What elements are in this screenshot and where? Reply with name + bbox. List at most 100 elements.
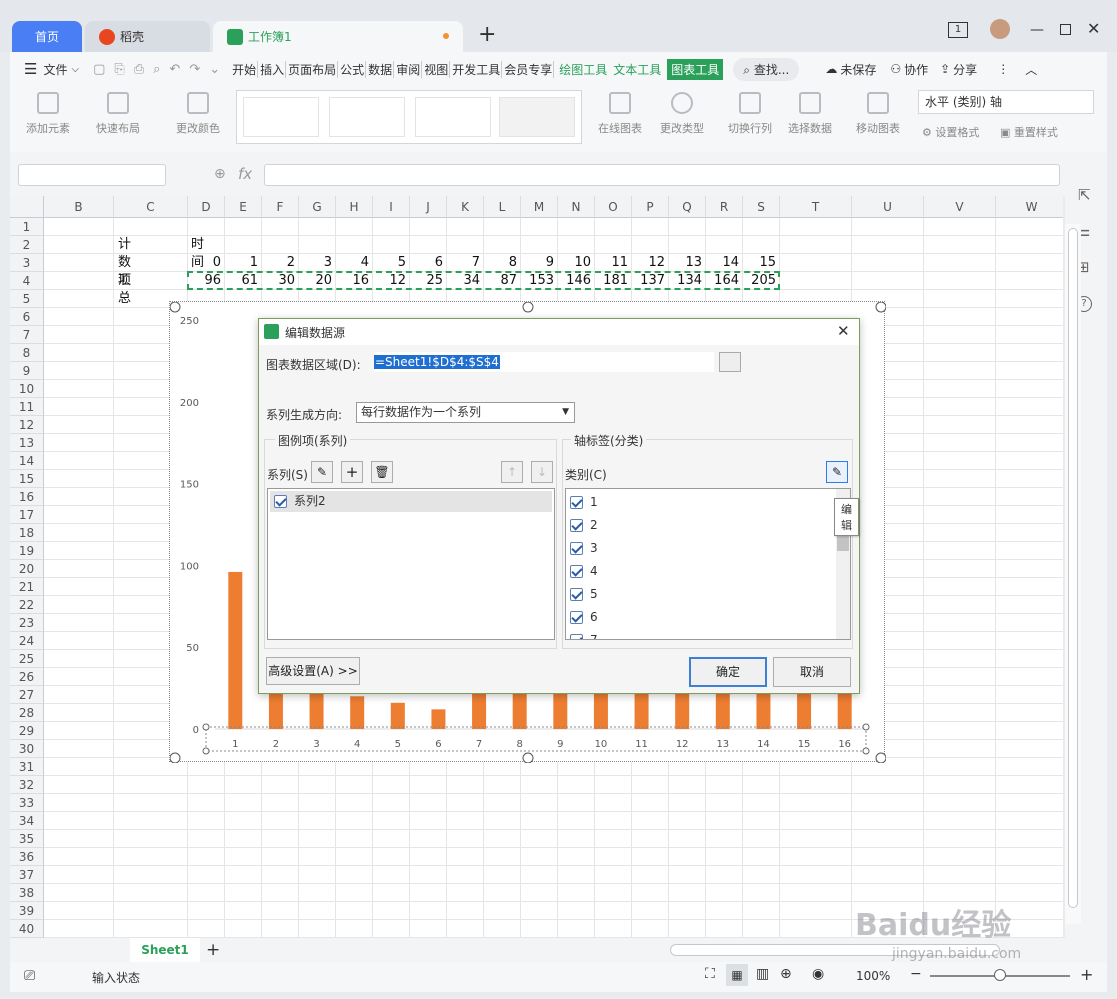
axis-handle[interactable]	[202, 723, 210, 731]
sheet-tab[interactable]: Sheet1	[130, 938, 200, 962]
search-box[interactable]: ⌕ 查找...	[733, 57, 800, 81]
cell-time-value[interactable]: 9	[521, 254, 554, 272]
chart-style-thumb[interactable]	[415, 97, 491, 137]
row-header[interactable]: 15	[10, 470, 44, 488]
page-view-icon[interactable]: ▥	[756, 966, 769, 982]
row-header[interactable]: 33	[10, 794, 44, 812]
eye-protect-icon[interactable]: ◉	[812, 966, 824, 982]
window-count-icon[interactable]: 1	[948, 22, 968, 38]
row-header[interactable]: 30	[10, 740, 44, 758]
cell-time-value[interactable]: 3	[299, 254, 332, 272]
menu-item[interactable]: 开发工具	[451, 60, 503, 78]
cell-time-label[interactable]: 时间	[191, 236, 204, 270]
zoom-out-icon[interactable]: −	[910, 966, 922, 982]
cell-time-value[interactable]: 5	[373, 254, 406, 272]
cell-time-value[interactable]: 0	[188, 254, 221, 272]
formula-input[interactable]	[264, 164, 1060, 186]
list-item[interactable]: 2	[570, 515, 598, 536]
list-item[interactable]: 3	[570, 538, 598, 559]
row-header[interactable]: 12	[10, 416, 44, 434]
row-header[interactable]: 31	[10, 758, 44, 776]
column-header[interactable]: S	[743, 196, 780, 218]
row-header[interactable]: 23	[10, 614, 44, 632]
row-header[interactable]: 21	[10, 578, 44, 596]
delete-series-button[interactable]: 🗑	[371, 461, 393, 483]
more-icon[interactable]: ⋮	[997, 62, 1009, 76]
quick-access-icons[interactable]: ▢⎘⎙⌕↶↷⌄	[93, 62, 229, 77]
chart-style-thumb[interactable]	[329, 97, 405, 137]
zoom-in-icon[interactable]: +	[1080, 965, 1093, 984]
cell-time-value[interactable]: 12	[632, 254, 665, 272]
row-header[interactable]: 7	[10, 326, 44, 344]
cell-time-value[interactable]: 1	[225, 254, 258, 272]
row-header[interactable]: 25	[10, 650, 44, 668]
checkbox[interactable]	[570, 519, 583, 532]
menu-text-tools[interactable]: 文本工具	[613, 61, 661, 78]
column-header[interactable]: K	[447, 196, 484, 218]
fx-icon[interactable]: fx	[238, 165, 252, 183]
checkbox[interactable]	[274, 495, 287, 508]
row-header[interactable]: 6	[10, 308, 44, 326]
row-header[interactable]: 14	[10, 452, 44, 470]
ok-button[interactable]: 确定	[689, 657, 767, 687]
change-type-button[interactable]: 更改类型	[650, 92, 714, 136]
minimize-icon[interactable]: —	[1030, 22, 1044, 38]
chart-style-gallery[interactable]	[236, 90, 582, 144]
range-input[interactable]: =Sheet1!$D$4:$S$4	[374, 352, 714, 372]
row-header[interactable]: 1	[10, 218, 44, 236]
cell-time-value[interactable]: 6	[410, 254, 443, 272]
series-list[interactable]: 系列2	[267, 488, 555, 640]
menu-item[interactable]: 开始	[231, 60, 259, 78]
move-up-button[interactable]: ↑	[501, 461, 523, 483]
edit-category-button[interactable]: ✎	[826, 461, 848, 483]
column-header[interactable]: C	[114, 196, 188, 218]
row-header[interactable]: 16	[10, 488, 44, 506]
close-window-icon[interactable]: ✕	[1087, 19, 1100, 38]
row-header[interactable]: 32	[10, 776, 44, 794]
row-header[interactable]: 20	[10, 560, 44, 578]
macro-icon[interactable]: ⎚	[24, 968, 35, 984]
change-color-button[interactable]: 更改颜色	[166, 92, 230, 136]
fullscreen-icon[interactable]: ⛶	[705, 966, 715, 982]
chart-style-thumb[interactable]	[243, 97, 319, 137]
bar[interactable]	[390, 702, 405, 729]
chart-resize-handle[interactable]	[522, 752, 534, 763]
select-data-button[interactable]: 选择数据	[778, 92, 842, 136]
maximize-icon[interactable]	[1060, 24, 1071, 35]
menu-drawing-tools[interactable]: 绘图工具	[559, 61, 607, 78]
row-header[interactable]: 4	[10, 272, 44, 290]
checkbox[interactable]	[570, 565, 583, 578]
column-header[interactable]: I	[373, 196, 410, 218]
column-header[interactable]: D	[188, 196, 225, 218]
cell-time-value[interactable]: 8	[484, 254, 517, 272]
cell-time-value[interactable]: 13	[669, 254, 702, 272]
checkbox[interactable]	[570, 611, 583, 624]
advanced-settings-button[interactable]: 高级设置(A) >>	[266, 657, 360, 685]
collab-button[interactable]: 协作	[904, 61, 928, 78]
tab-home[interactable]: 首页	[12, 21, 82, 52]
file-menu[interactable]: 文件	[43, 61, 67, 78]
column-header[interactable]: R	[706, 196, 743, 218]
list-item[interactable]: 1	[570, 492, 598, 513]
chart-resize-handle[interactable]	[170, 752, 181, 763]
column-header[interactable]: W	[996, 196, 1063, 218]
bar[interactable]	[228, 571, 243, 729]
menu-item[interactable]: 会员专享	[503, 60, 555, 78]
row-header[interactable]: 8	[10, 344, 44, 362]
reset-style-button[interactable]: ▣ 重置样式	[1000, 124, 1058, 140]
axis-select[interactable]: 水平 (类别) 轴	[918, 90, 1094, 114]
row-header[interactable]: 17	[10, 506, 44, 524]
checkbox[interactable]	[570, 634, 583, 639]
menu-chart-tools[interactable]: 图表工具	[667, 58, 724, 80]
add-sheet-button[interactable]: +	[206, 940, 220, 960]
chart-resize-handle[interactable]	[522, 302, 534, 313]
checkbox[interactable]	[570, 496, 583, 509]
cell-total-label[interactable]: 汇总	[118, 272, 131, 306]
chevron-down-icon[interactable]: ⌵	[71, 64, 79, 75]
checkbox[interactable]	[570, 542, 583, 555]
quick-layout-button[interactable]: 快速布局	[86, 92, 150, 136]
select-all-corner[interactable]	[10, 196, 44, 218]
row-header[interactable]: 36	[10, 848, 44, 866]
chart-resize-handle[interactable]	[170, 302, 181, 313]
collapse-range-icon[interactable]	[719, 352, 741, 372]
